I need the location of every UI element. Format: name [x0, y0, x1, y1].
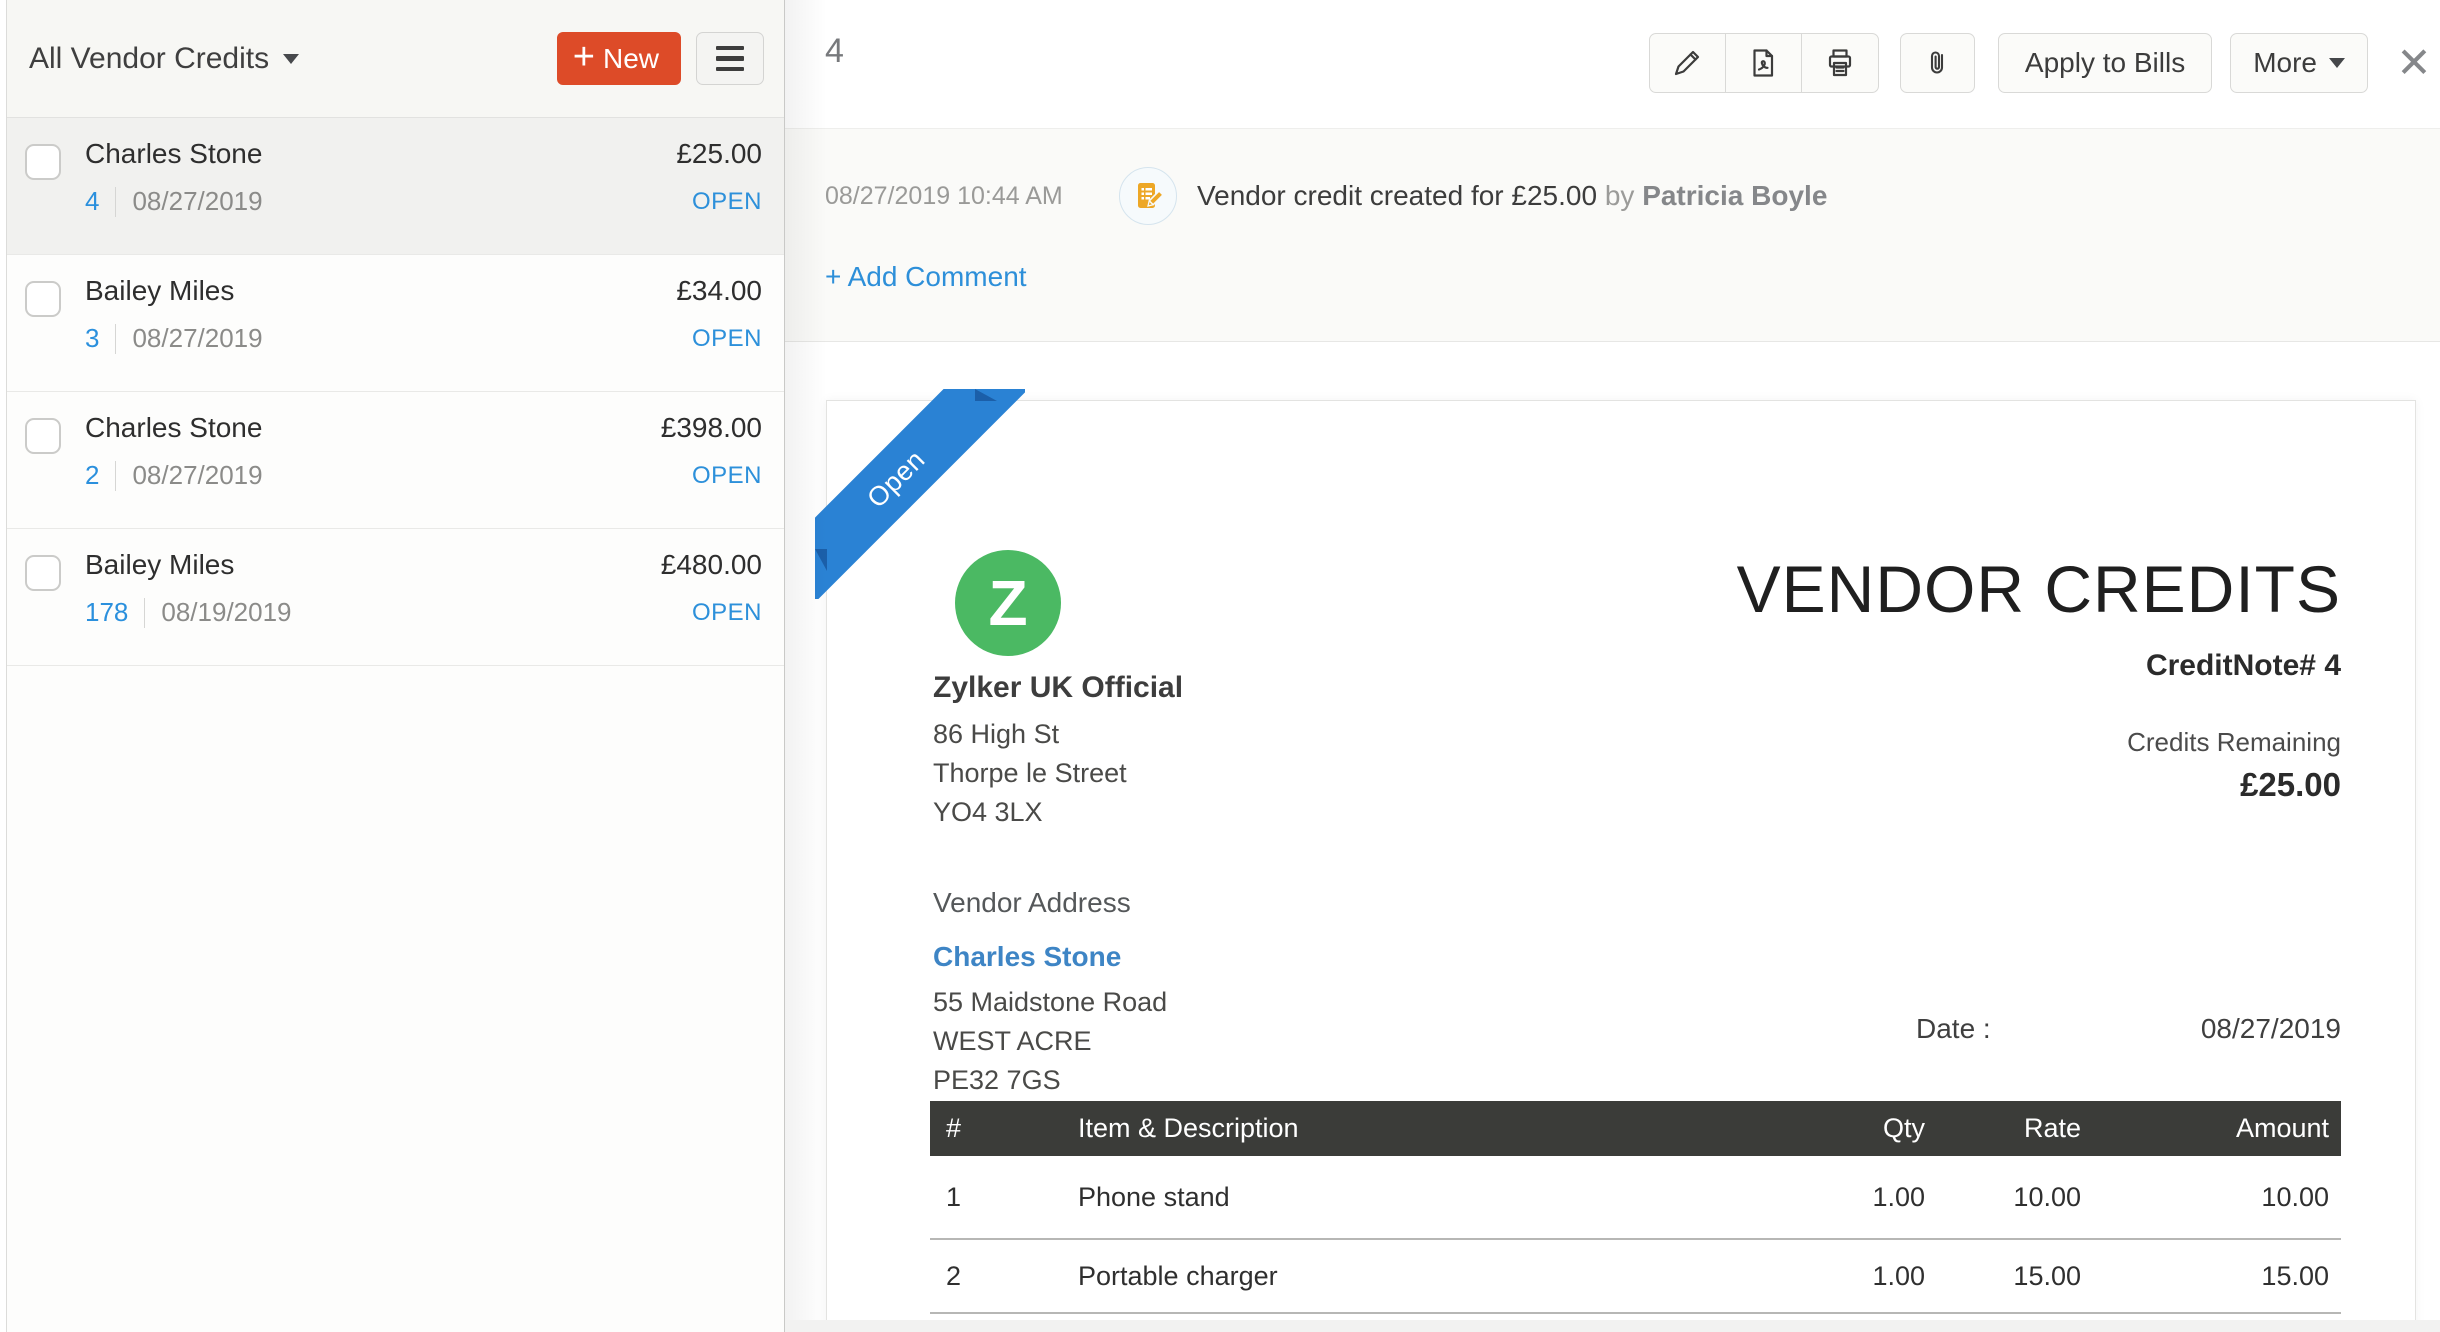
- new-button[interactable]: + New: [557, 32, 681, 85]
- chevron-down-icon: [283, 54, 299, 64]
- vendor-name-link[interactable]: Charles Stone: [933, 941, 1167, 973]
- list-menu-button[interactable]: [696, 32, 764, 85]
- divider: [115, 187, 116, 217]
- document-title: VENDOR CREDITS: [1737, 551, 2341, 627]
- credit-note-number: CreditNote# 4: [2146, 649, 2341, 683]
- vendor-name: Bailey Miles: [85, 275, 234, 307]
- document-date-row: Date : 08/27/2019: [1916, 1013, 2341, 1045]
- close-icon[interactable]: ✕: [2394, 33, 2434, 93]
- status-badge: OPEN: [692, 462, 762, 490]
- row-checkbox[interactable]: [25, 281, 61, 317]
- event-description: Vendor credit created for £25.00: [1197, 180, 1597, 211]
- more-button-label: More: [2253, 47, 2317, 79]
- credit-date: 08/27/2019: [132, 186, 262, 217]
- page-title: 4: [825, 32, 844, 71]
- add-comment-link[interactable]: + Add Comment: [825, 261, 1027, 293]
- credit-number-link[interactable]: 178: [85, 597, 128, 628]
- plus-icon: +: [573, 38, 595, 76]
- row-checkbox[interactable]: [25, 144, 61, 180]
- table-row: 2 Portable charger 1.00 15.00 15.00: [930, 1240, 2341, 1314]
- attachment-button[interactable]: [1900, 33, 1975, 93]
- credit-amount: £480.00: [661, 549, 762, 581]
- detail-header: 4: [785, 0, 2440, 128]
- line-item-table: # Item & Description Qty Rate Amount 1 P…: [930, 1101, 2341, 1314]
- timeline-timestamp: 08/27/2019 10:44 AM: [825, 182, 1105, 211]
- table-row: 1 Phone stand 1.00 10.00 10.00: [930, 1156, 2341, 1240]
- credit-date: 08/19/2019: [161, 597, 291, 628]
- company-name: Zylker UK Official: [933, 671, 1183, 705]
- credit-date: 08/27/2019: [132, 460, 262, 491]
- new-button-label: New: [603, 43, 659, 75]
- horizontal-scrollbar-track[interactable]: [785, 1320, 2440, 1332]
- event-actor: Patricia Boyle: [1642, 180, 1827, 211]
- print-icon: [1823, 46, 1857, 80]
- vendor-name: Charles Stone: [85, 412, 262, 444]
- document-date: 08/27/2019: [2201, 1013, 2341, 1045]
- vendor-credit-document: Open Z Zylker UK Official 86 High St Tho…: [826, 400, 2416, 1332]
- credit-amount: £398.00: [661, 412, 762, 444]
- vendor-credit-event-icon: [1119, 167, 1177, 225]
- credits-remaining-block: Credits Remaining £25.00: [2127, 727, 2341, 804]
- list-item[interactable]: Charles Stone £25.00 4 08/27/2019 OPEN: [7, 118, 784, 255]
- edit-icon: [1670, 46, 1704, 80]
- timeline-entry: 08/27/2019 10:44 AM: [825, 167, 2400, 225]
- company-address-block: Zylker UK Official 86 High St Thorpe le …: [933, 671, 1183, 832]
- list-item[interactable]: Bailey Miles £480.00 178 08/19/2019 OPEN: [7, 529, 784, 666]
- filter-dropdown[interactable]: All Vendor Credits: [29, 42, 299, 76]
- vendor-address-block: Vendor Address Charles Stone 55 Maidston…: [933, 887, 1167, 1100]
- sidebar-header: All Vendor Credits + New: [7, 0, 784, 118]
- apply-to-bills-button[interactable]: Apply to Bills: [1998, 33, 2212, 93]
- status-badge: OPEN: [692, 188, 762, 216]
- timeline-event-text: Vendor credit created for £25.00 by Patr…: [1197, 180, 1827, 212]
- pdf-icon: [1746, 46, 1780, 80]
- status-badge: OPEN: [692, 325, 762, 353]
- edit-button[interactable]: [1650, 34, 1726, 92]
- action-button-group: [1649, 33, 1879, 93]
- table-header-row: # Item & Description Qty Rate Amount: [930, 1101, 2341, 1156]
- credit-number-link[interactable]: 4: [85, 186, 99, 217]
- credit-number-link[interactable]: 2: [85, 460, 99, 491]
- hamburger-icon: [716, 46, 744, 51]
- credit-date: 08/27/2019: [132, 323, 262, 354]
- divider: [144, 598, 145, 628]
- divider: [115, 461, 116, 491]
- vendor-credits-app: All Vendor Credits + New Charles Stone £…: [0, 0, 2440, 1332]
- detail-toolbar: Apply to Bills More ✕: [1649, 33, 2434, 93]
- vendor-name: Charles Stone: [85, 138, 262, 170]
- status-badge: OPEN: [692, 599, 762, 627]
- filter-label: All Vendor Credits: [29, 42, 269, 76]
- chevron-down-icon: [2329, 58, 2345, 68]
- credit-amount: £25.00: [676, 138, 762, 170]
- credit-amount: £34.00: [676, 275, 762, 307]
- vendor-name: Bailey Miles: [85, 549, 234, 581]
- attachment-icon: [1920, 46, 1954, 80]
- row-checkbox[interactable]: [25, 418, 61, 454]
- history-timeline: 08/27/2019 10:44 AM: [785, 128, 2440, 342]
- credit-detail-panel: 4: [785, 0, 2440, 1332]
- more-button[interactable]: More: [2230, 33, 2368, 93]
- divider: [115, 324, 116, 354]
- credit-number-link[interactable]: 3: [85, 323, 99, 354]
- company-logo: Z: [955, 550, 1061, 656]
- document-preview-area: Open Z Zylker UK Official 86 High St Tho…: [785, 343, 2440, 1332]
- vendor-credits-sidebar: All Vendor Credits + New Charles Stone £…: [7, 0, 785, 1332]
- pdf-button[interactable]: [1726, 34, 1802, 92]
- print-button[interactable]: [1802, 34, 1878, 92]
- credits-remaining-amount: £25.00: [2127, 766, 2341, 804]
- row-checkbox[interactable]: [25, 555, 61, 591]
- list-item[interactable]: Bailey Miles £34.00 3 08/27/2019 OPEN: [7, 255, 784, 392]
- list-item[interactable]: Charles Stone £398.00 2 08/27/2019 OPEN: [7, 392, 784, 529]
